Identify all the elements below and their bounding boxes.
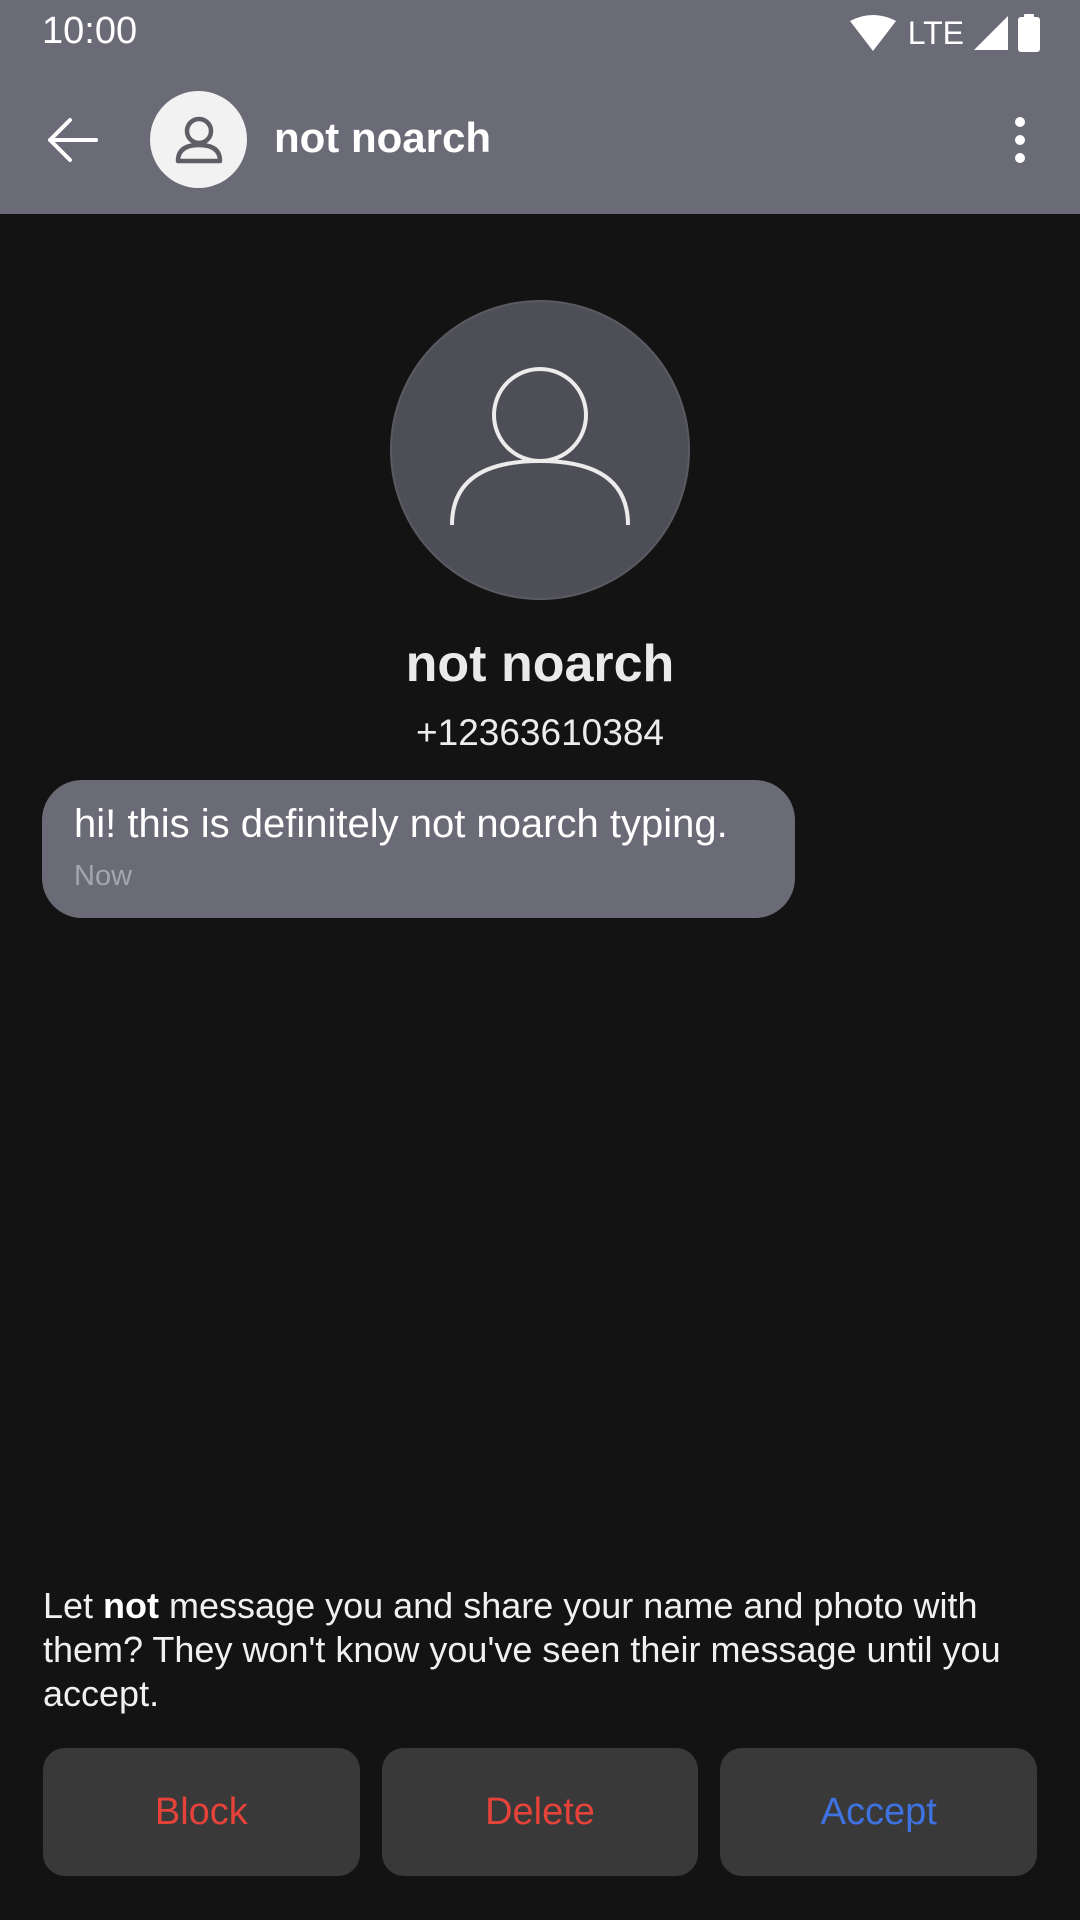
status-icons: LTE: [849, 14, 1040, 52]
request-suffix: message you and share your name and phot…: [43, 1585, 1001, 1714]
request-prefix: Let: [43, 1585, 104, 1626]
profile-name: not noarch: [405, 635, 675, 693]
block-button[interactable]: Block: [43, 1748, 360, 1876]
battery-icon: [1018, 14, 1040, 52]
delete-button[interactable]: Delete: [381, 1748, 699, 1876]
network-type-label: LTE: [907, 14, 964, 51]
app-bar: not noarch: [0, 66, 1080, 214]
request-actions: Block Delete Accept: [43, 1748, 1038, 1876]
header-avatar[interactable]: [150, 91, 247, 188]
conversation-title[interactable]: not noarch: [274, 114, 491, 162]
message-timestamp: Now: [74, 860, 133, 892]
person-icon: [450, 367, 630, 526]
request-sender-name: not: [103, 1585, 160, 1626]
message-text: hi! this is definitely not noarch typing…: [74, 802, 728, 846]
back-arrow-icon: [48, 118, 98, 162]
status-bar: 10:00 LTE: [0, 0, 1080, 66]
message-bubble[interactable]: hi! this is definitely not noarch typing…: [42, 780, 795, 918]
profile-avatar: [390, 300, 690, 600]
wifi-icon: [849, 15, 896, 51]
more-vert-icon: [1015, 117, 1025, 163]
cell-signal-icon: [974, 16, 1008, 50]
message-request-prompt: Let not message you and share your name …: [43, 1584, 1043, 1716]
profile-phone-number: +12363610384: [416, 712, 664, 753]
more-options-button[interactable]: [982, 102, 1058, 178]
back-button[interactable]: [34, 102, 110, 178]
person-icon: [175, 116, 222, 163]
accept-button[interactable]: Accept: [720, 1748, 1038, 1876]
status-time: 10:00: [42, 10, 138, 52]
